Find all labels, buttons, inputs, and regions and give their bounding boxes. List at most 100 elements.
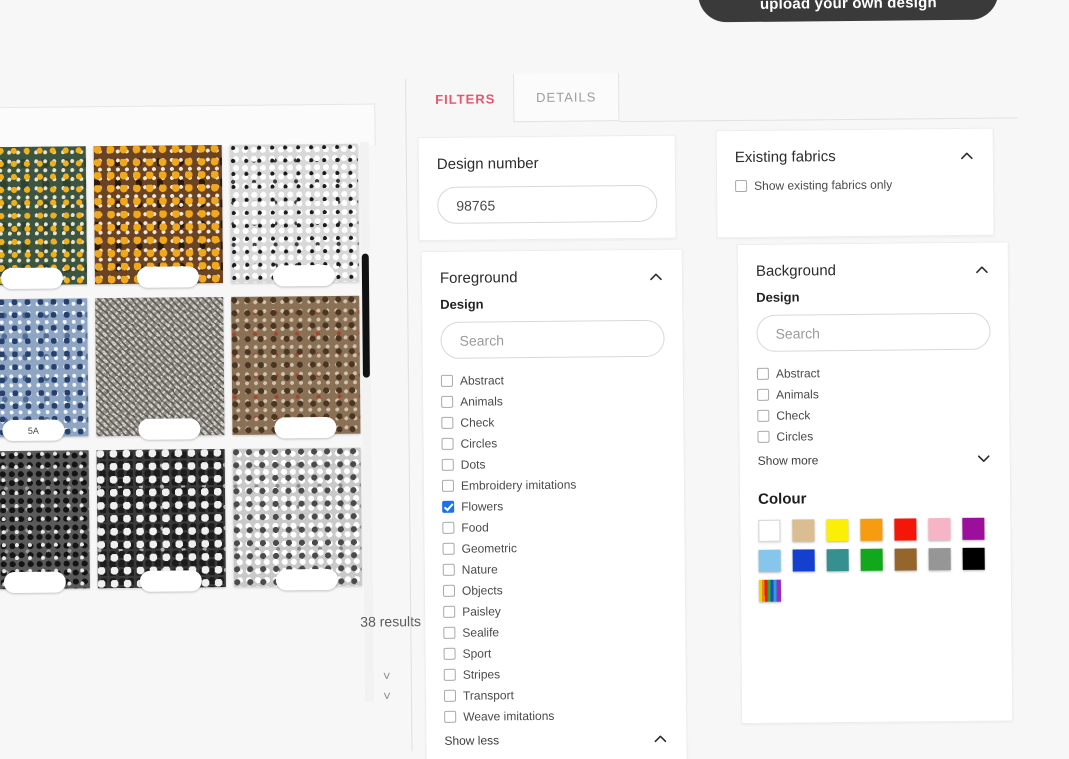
colour-swatch-multicolour[interactable] (758, 579, 782, 602)
swatch-cell[interactable] (229, 143, 360, 289)
foreground-option-row[interactable]: Check (441, 411, 665, 433)
foreground-option-row[interactable]: Stripes (443, 663, 668, 685)
swatch-thumbnail[interactable] (96, 448, 226, 589)
tab-details[interactable]: DETAILS (513, 73, 620, 123)
colour-swatch-red[interactable] (894, 518, 917, 541)
swatch-label-pill[interactable] (272, 264, 336, 287)
colour-swatch-purple[interactable] (962, 517, 985, 540)
foreground-option-checkbox[interactable] (444, 710, 457, 723)
foreground-show-toggle[interactable]: Show less (444, 731, 668, 749)
swatch-thumbnail[interactable] (232, 447, 362, 587)
foreground-option-row[interactable]: Objects (442, 579, 667, 601)
swatch-label-pill[interactable] (3, 571, 66, 594)
scroll-up-icon[interactable]: ˅ (383, 668, 391, 683)
swatch-cell[interactable] (93, 145, 224, 290)
foreground-option-row[interactable]: Dots (441, 453, 666, 475)
colour-swatch-black[interactable] (962, 547, 985, 570)
foreground-option-row[interactable]: Embroidery imitations (441, 474, 666, 496)
foreground-option-checkbox[interactable] (443, 647, 456, 660)
foreground-collapse-chevron-up-icon[interactable] (648, 268, 664, 284)
swatch-thumbnail[interactable] (93, 145, 224, 285)
background-option-checkbox[interactable] (757, 388, 770, 401)
colour-swatch-brown[interactable] (894, 548, 917, 571)
foreground-option-row[interactable]: Food (442, 516, 666, 538)
swatch-thumbnail[interactable] (0, 298, 89, 438)
foreground-option-checkbox[interactable] (441, 437, 454, 450)
foreground-option-checkbox[interactable] (441, 416, 454, 429)
background-option-checkbox[interactable] (757, 409, 770, 422)
design-number-input[interactable] (437, 184, 658, 224)
foreground-option-checkbox[interactable] (443, 605, 456, 618)
swatch-thumbnail[interactable] (0, 450, 90, 590)
foreground-option-checkbox[interactable] (442, 542, 455, 555)
background-show-toggle-chevron-down-icon[interactable] (976, 451, 992, 467)
swatch-thumbnail[interactable] (229, 143, 360, 283)
background-search-input[interactable] (756, 312, 991, 352)
colour-swatch-pink[interactable] (928, 518, 951, 541)
colour-swatch-grey[interactable] (928, 548, 951, 571)
foreground-option-checkbox[interactable] (440, 374, 454, 387)
swatch-thumbnail[interactable] (0, 146, 88, 286)
swatch-label-pill[interactable] (0, 267, 64, 290)
foreground-show-toggle-chevron-up-icon[interactable] (652, 731, 668, 747)
swatch-label-pill[interactable] (274, 416, 337, 439)
foreground-option-row[interactable]: Sealife (443, 621, 667, 643)
colour-swatch-teal[interactable] (826, 549, 849, 572)
colour-swatch-yellow[interactable] (826, 519, 849, 542)
foreground-option-row[interactable]: Geometric (442, 537, 666, 559)
foreground-option-checkbox[interactable] (443, 626, 456, 639)
colour-swatch-green[interactable] (860, 548, 883, 571)
foreground-option-checkbox[interactable] (442, 563, 455, 576)
swatch-thumbnail[interactable] (95, 296, 225, 437)
foreground-option-checkbox[interactable] (441, 479, 455, 492)
background-option-checkbox[interactable] (757, 430, 770, 443)
tab-filters[interactable]: FILTERS (417, 74, 513, 123)
background-option-row[interactable]: Circles (757, 425, 991, 447)
existing-fabrics-collapse-chevron-up-icon[interactable] (959, 147, 975, 163)
colour-swatch-beige[interactable] (792, 519, 815, 542)
swatch-cell[interactable] (232, 447, 362, 593)
colour-swatch-light-blue[interactable] (758, 549, 781, 572)
background-option-row[interactable]: Check (757, 404, 991, 426)
foreground-option-row[interactable]: Circles (441, 432, 665, 454)
foreground-option-checkbox[interactable] (442, 584, 456, 597)
foreground-option-row[interactable]: Paisley (443, 600, 667, 622)
foreground-option-row[interactable]: Weave imitations (444, 705, 668, 727)
swatch-label-pill[interactable]: 5A (2, 419, 65, 442)
foreground-option-checkbox[interactable] (441, 458, 454, 471)
show-existing-fabrics-only-checkbox-row[interactable]: Show existing fabrics only (735, 174, 975, 196)
swatch-cell[interactable] (0, 450, 90, 595)
colour-swatch-white[interactable] (758, 519, 781, 542)
swatch-label-pill[interactable] (138, 418, 201, 440)
colour-swatch-blue[interactable] (792, 549, 815, 572)
foreground-option-row[interactable]: Sport (443, 642, 667, 664)
swatch-thumbnail[interactable] (231, 295, 361, 435)
foreground-option-checkbox[interactable] (443, 668, 456, 681)
foreground-option-row[interactable]: Abstract (440, 369, 665, 391)
swatch-cell[interactable] (231, 295, 361, 441)
foreground-option-row[interactable]: Transport (443, 684, 668, 706)
background-option-checkbox[interactable] (756, 367, 769, 380)
background-collapse-chevron-up-icon[interactable] (974, 261, 990, 277)
foreground-option-row[interactable]: Nature (442, 558, 667, 580)
foreground-option-checkbox[interactable] (442, 500, 455, 513)
foreground-option-row[interactable]: Flowers (442, 495, 666, 517)
swatch-cell[interactable] (95, 296, 225, 442)
foreground-option-row[interactable]: Animals (441, 390, 665, 412)
foreground-option-checkbox[interactable] (443, 689, 457, 702)
foreground-option-checkbox[interactable] (442, 521, 455, 534)
swatch-label-pill[interactable] (136, 266, 200, 288)
foreground-option-checkbox[interactable] (441, 395, 454, 408)
background-option-row[interactable]: Abstract (756, 362, 991, 384)
swatch-label-pill[interactable] (275, 568, 338, 591)
swatch-label-pill[interactable] (139, 570, 202, 592)
swatch-cell[interactable]: 5A (0, 298, 89, 443)
foreground-search-input[interactable] (440, 319, 665, 359)
background-show-toggle[interactable]: Show more (758, 451, 992, 469)
scroll-down-icon[interactable]: ˅ (383, 688, 391, 703)
swatch-cell[interactable] (96, 448, 226, 594)
upload-design-button[interactable]: upload your own design (697, 0, 999, 23)
grid-scrollbar-thumb[interactable] (361, 253, 370, 378)
swatch-cell[interactable] (0, 146, 88, 291)
background-option-row[interactable]: Animals (757, 383, 991, 405)
